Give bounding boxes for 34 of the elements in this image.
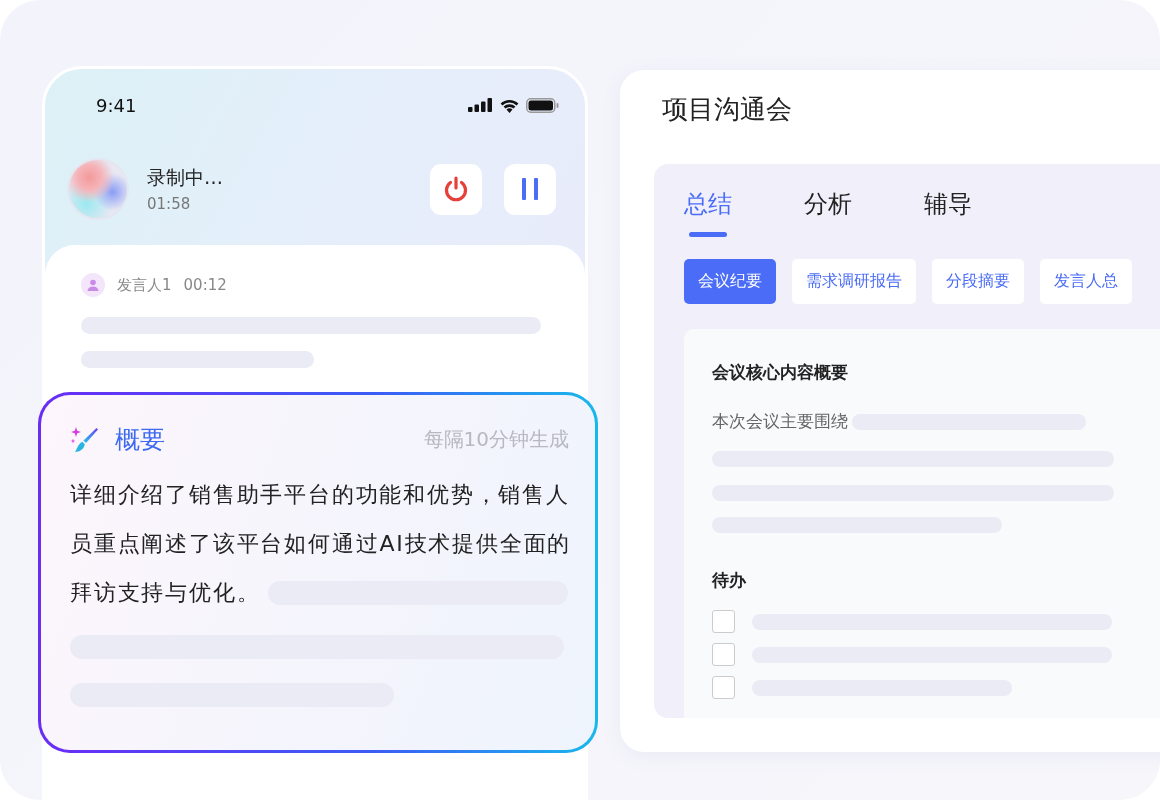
pause-button[interactable] <box>504 163 556 215</box>
recording-status: 录制中… <box>147 165 224 190</box>
todo-checkbox[interactable] <box>712 676 735 699</box>
summary-text-line: 员重点阐述了该平台如何通过AI技术提供全面的 <box>70 530 572 558</box>
stop-button[interactable] <box>430 163 482 215</box>
report-type-chip[interactable]: 发言人总 <box>1040 259 1132 304</box>
battery-icon <box>526 97 559 113</box>
pause-icon <box>521 178 539 200</box>
avatar-icon <box>81 273 105 297</box>
summary-lead-text: 本次会议主要围绕 <box>712 410 848 433</box>
recording-orb-icon <box>69 160 127 218</box>
tab[interactable]: 总结 <box>684 188 732 237</box>
section-heading: 待办 <box>712 569 747 592</box>
report-type-chip[interactable]: 会议纪要 <box>684 259 776 304</box>
power-icon <box>443 175 469 203</box>
section-heading: 会议核心内容概要 <box>712 361 849 384</box>
tab[interactable]: 分析 <box>804 188 852 237</box>
tab[interactable]: 辅导 <box>924 188 972 237</box>
speaker-timestamp: 00:12 <box>183 276 227 294</box>
wifi-icon <box>499 97 520 113</box>
recording-timer: 01:58 <box>147 195 192 213</box>
signal-icon <box>468 98 493 112</box>
report-type-chip[interactable]: 分段摘要 <box>932 259 1024 304</box>
todo-checkbox[interactable] <box>712 643 735 666</box>
summary-text-line: 详细介绍了销售助手平台的功能和优势，销售人 <box>70 481 570 509</box>
todo-checkbox[interactable] <box>712 610 735 633</box>
report-type-chip[interactable]: 需求调研报告 <box>792 259 916 304</box>
meeting-title: 项目沟通会 <box>661 93 793 126</box>
summary-text-line: 拜访支持与优化。 <box>70 579 261 607</box>
magic-brush-icon <box>70 425 99 454</box>
speaker-name: 发言人1 <box>117 275 172 295</box>
status-time: 9:41 <box>96 94 137 116</box>
summary-title: 概要 <box>115 424 166 456</box>
summary-interval-note: 每隔10分钟生成 <box>423 426 569 453</box>
